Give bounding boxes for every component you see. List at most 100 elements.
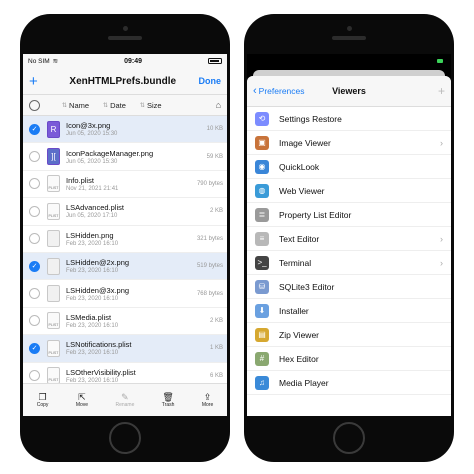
file-row[interactable]: ✓ PLIST LSNotifications.plist Feb 23, 2020 … (23, 335, 227, 363)
file-row[interactable]: ✓ R Icon@3x.png Jun 05, 2020 15:30 10 KB (23, 116, 227, 144)
file-row[interactable]: PLIST LSAdvanced.plist Jun 05, 2020 17:10 2… (23, 198, 227, 226)
copy-button[interactable]: ❐ Copy (37, 392, 49, 408)
file-row[interactable]: ][IconPackageManager.png Jun 05, 2020 15:… (23, 143, 227, 171)
home-button[interactable] (109, 422, 141, 454)
file-row[interactable]: PLIST Info.plist Nov 21, 2021 21:41 790 byt… (23, 170, 227, 199)
right-phone: ‹ Preferences Viewers + ⟲ Settings Restor… (244, 14, 454, 462)
selection-circle[interactable] (29, 178, 40, 190)
home-button[interactable] (333, 422, 365, 454)
selection-circle[interactable] (29, 233, 40, 245)
sort-by-name[interactable]: ⇅ Name (62, 101, 89, 110)
file-name: IconPackageManager.png (66, 148, 154, 158)
file-browser-screen: No SIM ≋ 09:49 + XenHTMLPrefs.bundle Don… (23, 54, 227, 416)
viewer-row[interactable]: ≣ Property List Editor (247, 203, 451, 227)
file-name: Info.plist (66, 175, 94, 185)
viewer-label: Text Editor (279, 233, 320, 244)
checkmark-icon[interactable]: ✓ (29, 123, 40, 135)
copy-icon: ❐ (38, 392, 47, 402)
rename-button[interactable]: ✎ Rename (115, 392, 134, 408)
file-row[interactable]: PLIST LSOtherVisibility.plist Feb 23, 2020… (23, 362, 227, 384)
done-button[interactable]: Done (199, 76, 222, 86)
viewer-row[interactable]: ⟲ Settings Restore (247, 107, 451, 131)
copy-label: Copy (36, 402, 49, 408)
file-date: Feb 23, 2020 16:10 (66, 322, 119, 329)
sqlite-icon: ⛁ (255, 279, 269, 294)
viewer-row[interactable]: ◍ Web Viewer (247, 179, 451, 203)
file-date: Feb 23, 2020 16:10 (66, 350, 119, 357)
file-name: LSMedia.plist (66, 312, 112, 322)
trash-icon: 🗑 (162, 392, 174, 402)
left-phone: No SIM ≋ 09:49 + XenHTMLPrefs.bundle Don… (20, 14, 230, 462)
back-button[interactable]: ‹ Preferences (253, 85, 315, 97)
file-date: Jun 05, 2020 17:10 (66, 213, 118, 220)
file-name: LSOtherVisibility.plist (66, 367, 136, 377)
file-size: 2 KB (209, 208, 223, 215)
plist-icon: PLIST (47, 339, 60, 357)
selection-circle[interactable] (29, 288, 40, 300)
speaker (108, 36, 142, 40)
viewer-row[interactable]: ▤ Zip Viewer (247, 323, 451, 347)
viewer-label: Hex Editor (279, 353, 319, 364)
viewer-label: Zip Viewer (279, 329, 319, 340)
file-row[interactable]: ✓ LSHidden@2x.png Feb 23, 2020 16:10 519 by… (23, 252, 227, 281)
viewer-row[interactable]: # Hex Editor (247, 347, 451, 371)
chevron-right-icon: › (440, 137, 443, 148)
checkmark-icon[interactable]: ✓ (29, 260, 40, 272)
more-button[interactable]: ⇪ More (202, 392, 213, 408)
battery-icon (208, 58, 222, 64)
file-row[interactable]: LSHidden.png Feb 23, 2020 16:10 321 bytes (23, 225, 227, 253)
file-list: ✓ R Icon@3x.png Jun 05, 2020 15:30 10 KB][Ic… (23, 116, 227, 384)
sort-arrows-icon: ⇅ (103, 102, 109, 109)
viewer-label: Property List Editor (279, 209, 352, 220)
selection-circle[interactable] (29, 315, 40, 327)
file-name: LSAdvanced.plist (66, 203, 124, 213)
file-row[interactable]: PLIST LSMedia.plist Feb 23, 2020 16:10 2 KB (23, 307, 227, 336)
carrier-label: No SIM (28, 57, 50, 65)
viewer-row[interactable]: ♫ Media Player (247, 371, 451, 395)
viewer-list: ⟲ Settings Restore ▣ Image Viewer › ◉ QuickLoo… (247, 107, 451, 395)
page-title: XenHTMLPrefs.bundle (69, 75, 177, 87)
selection-circle[interactable] (29, 151, 40, 163)
sort-by-size[interactable]: ⇅ Size (140, 101, 162, 110)
add-button[interactable]: + (29, 74, 47, 89)
quicklook-icon: ◉ (255, 159, 269, 174)
status-time: 09:49 (124, 57, 143, 65)
plist-icon: PLIST (47, 312, 60, 330)
viewer-row[interactable]: ⛁ SQLite3 Editor (247, 275, 451, 299)
selection-circle[interactable] (29, 370, 40, 382)
file-size: 2 KB (209, 317, 223, 324)
viewer-row[interactable]: ▣ Image Viewer › (247, 131, 451, 155)
tag-icon[interactable]: ⌂ (216, 100, 221, 110)
camera (346, 26, 352, 31)
select-all-toggle[interactable] (29, 99, 40, 111)
file-name: LSHidden@2x.png (66, 258, 130, 268)
file-date: Jun 05, 2020 15:30 (66, 158, 118, 165)
move-icon: ⇱ (78, 392, 86, 402)
sort-arrows-icon: ⇅ (62, 102, 68, 109)
file-size: 59 KB (206, 153, 223, 160)
wifi-icon: ≋ (52, 58, 59, 65)
file-date: Jun 05, 2020 15:30 (66, 131, 118, 138)
viewers-screen: ‹ Preferences Viewers + ⟲ Settings Restor… (247, 54, 451, 416)
viewer-row[interactable]: ≡ Text Editor › (247, 227, 451, 251)
installer-icon: ⬇ (255, 303, 269, 318)
share-icon: ⇪ (203, 392, 212, 402)
image-viewer-icon: ▣ (255, 135, 269, 150)
viewer-row[interactable]: >_ Terminal › (247, 251, 451, 275)
checkmark-icon[interactable]: ✓ (29, 342, 40, 354)
web-viewer-icon: ◍ (255, 183, 269, 198)
sort-by-date[interactable]: ⇅ Date (103, 101, 126, 110)
trash-button[interactable]: 🗑 Trash (162, 392, 175, 408)
add-button[interactable]: + (383, 84, 445, 98)
camera (122, 26, 128, 31)
move-button[interactable]: ⇱ Move (76, 392, 88, 408)
back-label: Preferences (258, 86, 305, 96)
viewer-row[interactable]: ◉ QuickLook (247, 155, 451, 179)
viewer-row[interactable]: ⬇ Installer (247, 299, 451, 323)
selection-circle[interactable] (29, 205, 40, 217)
hex-editor-icon: # (255, 351, 269, 366)
zip-viewer-icon: ▤ (255, 327, 269, 342)
navigation-bar: + XenHTMLPrefs.bundle Done (23, 68, 227, 95)
file-row[interactable]: LSHidden@3x.png Feb 23, 2020 16:10 768 byt… (23, 280, 227, 308)
viewer-label: Installer (279, 305, 309, 316)
